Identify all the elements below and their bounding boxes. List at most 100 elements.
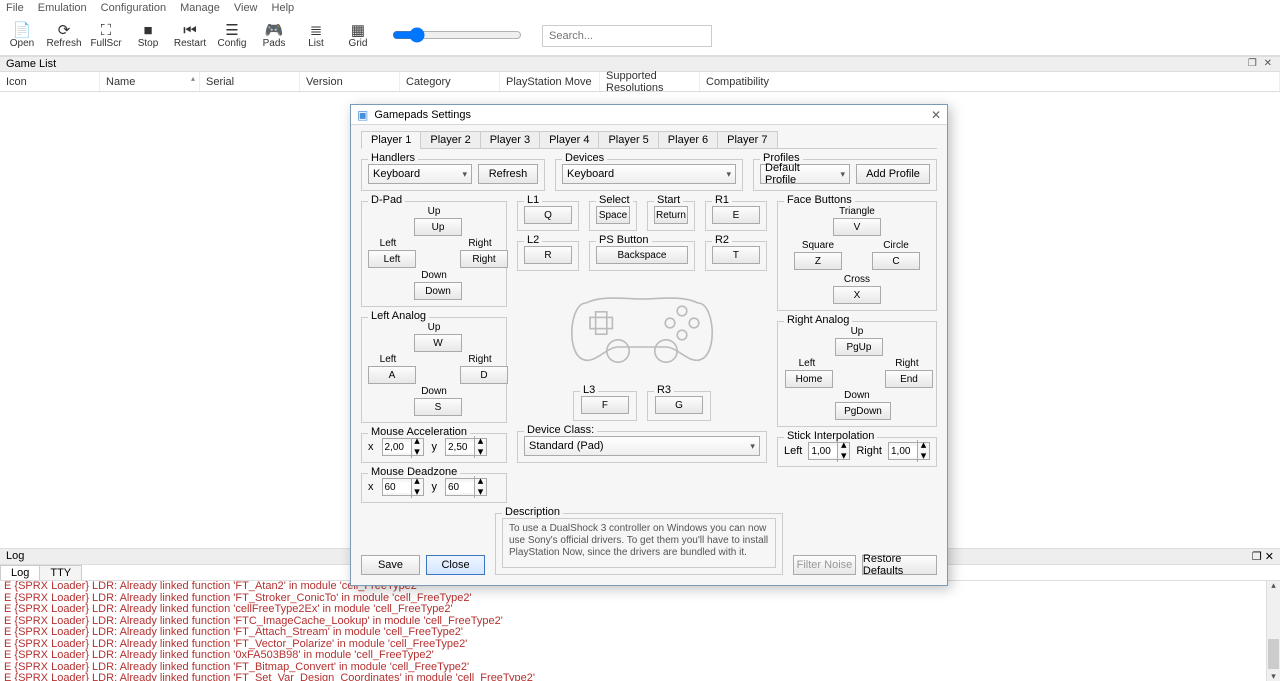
- pads-button[interactable]: 🎮Pads: [254, 17, 294, 55]
- select-button[interactable]: Space: [596, 206, 630, 224]
- device-class-select[interactable]: Standard (Pad): [524, 436, 760, 456]
- dpad-up-label: Up: [414, 206, 454, 217]
- r1-button[interactable]: E: [712, 206, 760, 224]
- lanalog-down-button[interactable]: S: [414, 398, 462, 416]
- tab-player-5[interactable]: Player 5: [598, 131, 658, 149]
- l3-button[interactable]: F: [581, 396, 629, 414]
- maccel-x-stepper[interactable]: ▴▾: [382, 438, 424, 456]
- gamelist-window-buttons[interactable]: ❐ ✕: [1248, 58, 1274, 70]
- tab-player-1[interactable]: Player 1: [361, 131, 421, 149]
- menu-configuration[interactable]: Configuration: [101, 2, 166, 14]
- restart-button[interactable]: ⏮Restart: [170, 17, 210, 55]
- handlers-label: Handlers: [368, 152, 418, 164]
- log-window-buttons[interactable]: ❐ ✕: [1252, 550, 1274, 563]
- l1-button[interactable]: Q: [524, 206, 572, 224]
- tab-player-3[interactable]: Player 3: [480, 131, 540, 149]
- col-serial[interactable]: Serial: [200, 72, 300, 91]
- list-button[interactable]: ≣List: [296, 17, 336, 55]
- grid-icon: ▦: [351, 23, 365, 38]
- lanalog-left-button[interactable]: A: [368, 366, 416, 384]
- l2-group: L2R: [517, 241, 579, 271]
- ranalog-down-button[interactable]: PgDown: [835, 402, 891, 420]
- stop-button[interactable]: ■Stop: [128, 17, 168, 55]
- l2-button[interactable]: R: [524, 246, 572, 264]
- search-input[interactable]: [542, 25, 712, 47]
- tab-log[interactable]: Log: [0, 565, 40, 580]
- profiles-group: Profiles Default Profile Add Profile: [753, 159, 937, 191]
- lanalog-right-button[interactable]: D: [460, 366, 508, 384]
- r2-button[interactable]: T: [712, 246, 760, 264]
- col-icon[interactable]: Icon: [0, 72, 100, 91]
- handlers-select[interactable]: Keyboard: [368, 164, 472, 184]
- description-group: Description To use a DualShock 3 control…: [495, 513, 783, 575]
- stick-interp-label: Stick Interpolation: [784, 430, 877, 442]
- start-button[interactable]: Return: [654, 206, 688, 224]
- save-button[interactable]: Save: [361, 555, 420, 575]
- left-analog-group: Left Analog UpW LeftA RightD DownS: [361, 317, 507, 423]
- menu-manage[interactable]: Manage: [180, 2, 220, 14]
- devices-select[interactable]: Keyboard: [562, 164, 736, 184]
- menu-help[interactable]: Help: [272, 2, 295, 14]
- dpad-right-button[interactable]: Right: [460, 250, 508, 268]
- stick-right-stepper[interactable]: ▴▾: [888, 442, 930, 460]
- menu-view[interactable]: View: [234, 2, 258, 14]
- mdead-y-label: y: [432, 481, 438, 493]
- close-button[interactable]: Close: [426, 555, 485, 575]
- log-body[interactable]: E {SPRX Loader} LDR: Already linked func…: [0, 581, 1280, 681]
- grid-button[interactable]: ▦Grid: [338, 17, 378, 55]
- cross-label: Cross: [784, 274, 930, 285]
- maccel-y-label: y: [432, 441, 438, 453]
- r3-group: R3G: [647, 391, 711, 421]
- config-button[interactable]: ☰Config: [212, 17, 252, 55]
- col-version[interactable]: Version: [300, 72, 400, 91]
- description-label: Description: [502, 506, 563, 518]
- refresh-button[interactable]: ⟳Refresh: [44, 17, 84, 55]
- tab-tty[interactable]: TTY: [39, 565, 82, 580]
- add-profile-button[interactable]: Add Profile: [856, 164, 930, 184]
- tab-player-7[interactable]: Player 7: [717, 131, 777, 149]
- square-button[interactable]: Z: [794, 252, 842, 270]
- gamepads-dialog: ▣ Gamepads Settings ✕ Player 1 Player 2 …: [350, 104, 948, 586]
- r3-button[interactable]: G: [655, 396, 703, 414]
- stick-left-stepper[interactable]: ▴▾: [808, 442, 850, 460]
- scroll-down-icon[interactable]: ▾: [1267, 672, 1280, 681]
- col-psmove[interactable]: PlayStation Move: [500, 72, 600, 91]
- close-icon[interactable]: ✕: [931, 108, 941, 122]
- dpad-up-button[interactable]: Up: [414, 218, 462, 236]
- ranalog-up-button[interactable]: PgUp: [835, 338, 883, 356]
- col-compat[interactable]: Compatibility: [700, 72, 1280, 91]
- icon-size-slider[interactable]: [390, 25, 520, 46]
- psbutton-button[interactable]: Backspace: [596, 246, 688, 264]
- lanalog-up-button[interactable]: W: [414, 334, 462, 352]
- fullscr-button[interactable]: ⛶FullScr: [86, 17, 126, 55]
- scroll-up-icon[interactable]: ▴: [1267, 581, 1280, 590]
- tab-player-6[interactable]: Player 6: [658, 131, 718, 149]
- triangle-button[interactable]: V: [833, 218, 881, 236]
- ranalog-right-button[interactable]: End: [885, 370, 933, 388]
- open-button[interactable]: 📄Open: [2, 17, 42, 55]
- scroll-thumb[interactable]: [1268, 639, 1279, 669]
- profiles-select[interactable]: Default Profile: [760, 164, 850, 184]
- circle-button[interactable]: C: [872, 252, 920, 270]
- col-category[interactable]: Category: [400, 72, 500, 91]
- maccel-y-stepper[interactable]: ▴▾: [445, 438, 487, 456]
- dpad-down-button[interactable]: Down: [414, 282, 462, 300]
- ranalog-left-button[interactable]: Home: [785, 370, 833, 388]
- menu-file[interactable]: File: [6, 2, 24, 14]
- col-res[interactable]: Supported Resolutions: [600, 72, 700, 91]
- menu-emulation[interactable]: Emulation: [38, 2, 87, 14]
- refresh-handlers-button[interactable]: Refresh: [478, 164, 538, 184]
- mdead-y-stepper[interactable]: ▴▾: [445, 478, 487, 496]
- col-name[interactable]: Name▴: [100, 72, 200, 91]
- pads-icon: 🎮: [265, 23, 284, 38]
- left-analog-label: Left Analog: [368, 310, 429, 322]
- mdead-x-stepper[interactable]: ▴▾: [382, 478, 424, 496]
- tab-player-2[interactable]: Player 2: [420, 131, 480, 149]
- menu-bar: File Emulation Configuration Manage View…: [0, 0, 1280, 16]
- dpad-left-button[interactable]: Left: [368, 250, 416, 268]
- tab-player-4[interactable]: Player 4: [539, 131, 599, 149]
- filter-noise-button[interactable]: Filter Noise: [793, 555, 856, 575]
- cross-button[interactable]: X: [833, 286, 881, 304]
- restore-defaults-button[interactable]: Restore Defaults: [862, 555, 937, 575]
- log-scrollbar[interactable]: ▴ ▾: [1266, 581, 1280, 681]
